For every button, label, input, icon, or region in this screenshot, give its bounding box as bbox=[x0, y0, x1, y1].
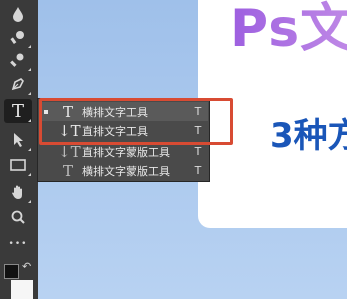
tools-panel: T ••• ↶ bbox=[0, 0, 38, 299]
submenu-corner-icon bbox=[28, 92, 31, 95]
foreground-color-swatch[interactable] bbox=[4, 264, 19, 279]
hand-icon bbox=[12, 185, 22, 199]
flyout-item-shortcut: T bbox=[194, 145, 202, 158]
pen-path-tool-button[interactable] bbox=[4, 72, 32, 96]
submenu-corner-icon bbox=[28, 148, 31, 151]
background-color-swatch[interactable] bbox=[11, 280, 33, 299]
annotation-highlight-box bbox=[39, 98, 233, 145]
ellipsis-icon: ••• bbox=[8, 239, 28, 249]
more-tools-button[interactable]: ••• bbox=[4, 232, 32, 256]
horizontal-type-mask-icon: T bbox=[62, 161, 73, 180]
rectangle-tool-button[interactable] bbox=[4, 153, 32, 177]
submenu-corner-icon bbox=[28, 68, 31, 71]
dodge-icon bbox=[10, 31, 24, 45]
drop-icon bbox=[13, 7, 23, 22]
pen-tool-button[interactable] bbox=[4, 48, 32, 72]
hand-tool-button[interactable] bbox=[4, 180, 32, 204]
zoom-tool-button[interactable] bbox=[4, 205, 32, 229]
pen-nib-icon bbox=[11, 78, 24, 91]
flyout-item-label: 横排文字蒙版工具 bbox=[82, 164, 170, 178]
submenu-corner-icon bbox=[28, 173, 31, 176]
arrow-icon bbox=[14, 133, 23, 147]
swap-colors-icon[interactable]: ↶ bbox=[22, 260, 31, 273]
flyout-item-shortcut: T bbox=[194, 164, 202, 177]
type-T-icon: T bbox=[11, 100, 24, 122]
canvas-subtitle-text: 3种方 bbox=[270, 116, 347, 156]
canvas-title-text: Ps文 bbox=[230, 0, 347, 61]
vertical-type-mask-icon: ↓T bbox=[58, 142, 81, 161]
pen-icon bbox=[10, 53, 24, 67]
flyout-item-label: 直排文字蒙版工具 bbox=[82, 145, 170, 159]
magnifier-icon bbox=[11, 210, 25, 224]
type-tool-button[interactable]: T bbox=[4, 99, 32, 123]
submenu-corner-icon bbox=[28, 200, 31, 203]
flyout-item-horizontal-type-mask[interactable]: T 横排文字蒙版工具 T bbox=[39, 161, 208, 180]
path-selection-tool-button[interactable] bbox=[4, 128, 32, 152]
rectangle-icon bbox=[10, 159, 26, 171]
dodge-tool-button[interactable] bbox=[4, 25, 32, 49]
submenu-corner-icon bbox=[28, 119, 31, 122]
blur-tool-button[interactable] bbox=[4, 2, 32, 26]
